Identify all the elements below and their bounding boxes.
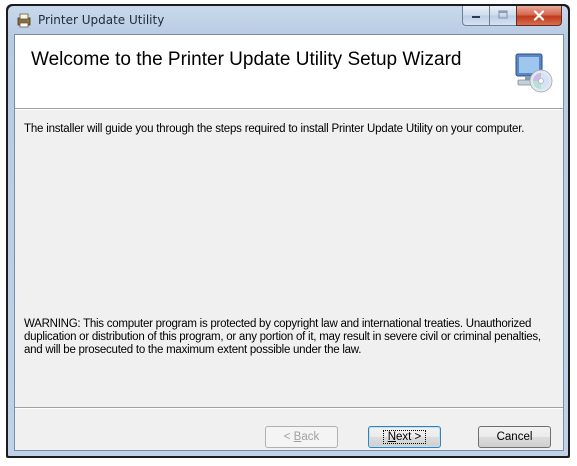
wizard-client-area: Welcome to the Printer Update Utility Se… <box>14 34 564 451</box>
window-title: Printer Update Utility <box>38 13 165 27</box>
back-prefix: < <box>283 431 294 443</box>
next-accelerator: N <box>387 431 397 443</box>
maximize-icon <box>498 9 508 22</box>
cancel-button[interactable]: Cancel <box>478 426 551 448</box>
window-frame: Printer Update Utility Welcome to the Pr… <box>8 6 568 456</box>
wizard-banner: Welcome to the Printer Update Utility Se… <box>15 35 563 108</box>
next-button[interactable]: Next > <box>368 426 441 448</box>
copyright-warning-text: WARNING: This computer program is protec… <box>24 318 541 356</box>
maximize-button[interactable] <box>489 6 516 26</box>
minimize-icon <box>471 10 481 22</box>
computer-cd-icon <box>513 51 553 93</box>
back-button[interactable]: < Back <box>265 426 338 448</box>
close-button[interactable] <box>516 6 562 26</box>
caption-buttons <box>462 6 562 26</box>
banner-title: Welcome to the Printer Update Utility Se… <box>31 49 462 70</box>
close-icon <box>533 8 545 24</box>
installer-window: Printer Update Utility Welcome to the Pr… <box>6 4 570 458</box>
banner-divider <box>15 108 563 110</box>
title-bar[interactable]: Printer Update Utility <box>8 6 568 34</box>
description-text: The installer will guide you through the… <box>24 123 525 135</box>
minimize-button[interactable] <box>462 6 489 26</box>
next-label-rest: ext > <box>396 431 422 443</box>
next-button-label: Next > <box>382 430 427 444</box>
back-label-rest: ack <box>301 431 320 443</box>
footer-divider <box>15 407 563 409</box>
printer-installer-icon <box>16 12 32 28</box>
back-button-label: < Back <box>284 431 320 443</box>
